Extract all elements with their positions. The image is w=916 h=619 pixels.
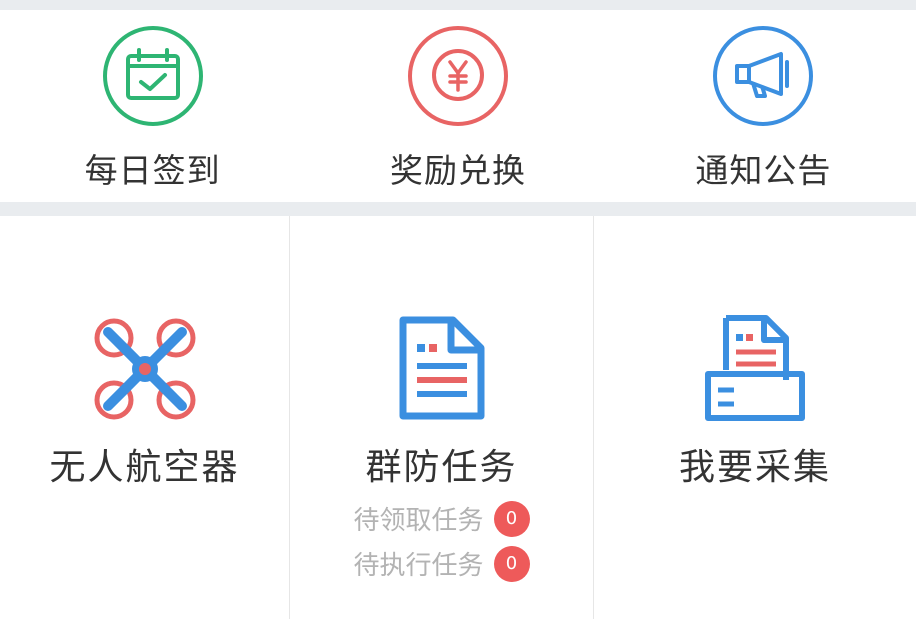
drone-module[interactable]: 无人航空器: [0, 216, 290, 619]
section-divider: [0, 202, 916, 216]
daily-checkin-button[interactable]: 每日签到: [0, 10, 305, 202]
yen-coin-icon: [407, 26, 508, 126]
drone-icon: [94, 318, 195, 420]
pending-execute-label: 待执行任务: [353, 551, 484, 581]
pending-claim-label: 待领取任务: [353, 506, 484, 536]
pending-claim-tasks[interactable]: 待领取任务 0: [353, 500, 530, 537]
daily-checkin-label: 每日签到: [84, 151, 221, 190]
collect-module-label: 我要采集: [678, 447, 831, 488]
notice-button[interactable]: 通知公告: [611, 10, 916, 202]
reward-exchange-label: 奖励兑换: [389, 151, 526, 190]
group-defense-label: 群防任务: [365, 447, 518, 488]
reward-exchange-button[interactable]: 奖励兑换: [305, 10, 610, 202]
pending-execute-tasks[interactable]: 待执行任务 0: [353, 545, 530, 582]
drone-module-label: 无人航空器: [49, 447, 240, 488]
pending-execute-count-badge: 0: [493, 545, 530, 582]
top-divider: [0, 0, 916, 10]
shortcut-bar: 每日签到 奖励兑换 通知公告: [0, 10, 916, 202]
module-grid: 无人航空器 群防任务 待领取任务 0 待执行任务 0 我要采集: [0, 216, 916, 619]
calendar-check-icon: [102, 26, 203, 126]
group-defense-module[interactable]: 群防任务 待领取任务 0 待执行任务 0: [290, 216, 594, 619]
document-printer-icon: [705, 315, 805, 421]
megaphone-icon: [713, 26, 814, 126]
pending-claim-count-badge: 0: [493, 500, 530, 537]
notice-label: 通知公告: [695, 151, 832, 190]
collect-module[interactable]: 我要采集: [594, 216, 916, 619]
document-icon: [399, 316, 484, 420]
